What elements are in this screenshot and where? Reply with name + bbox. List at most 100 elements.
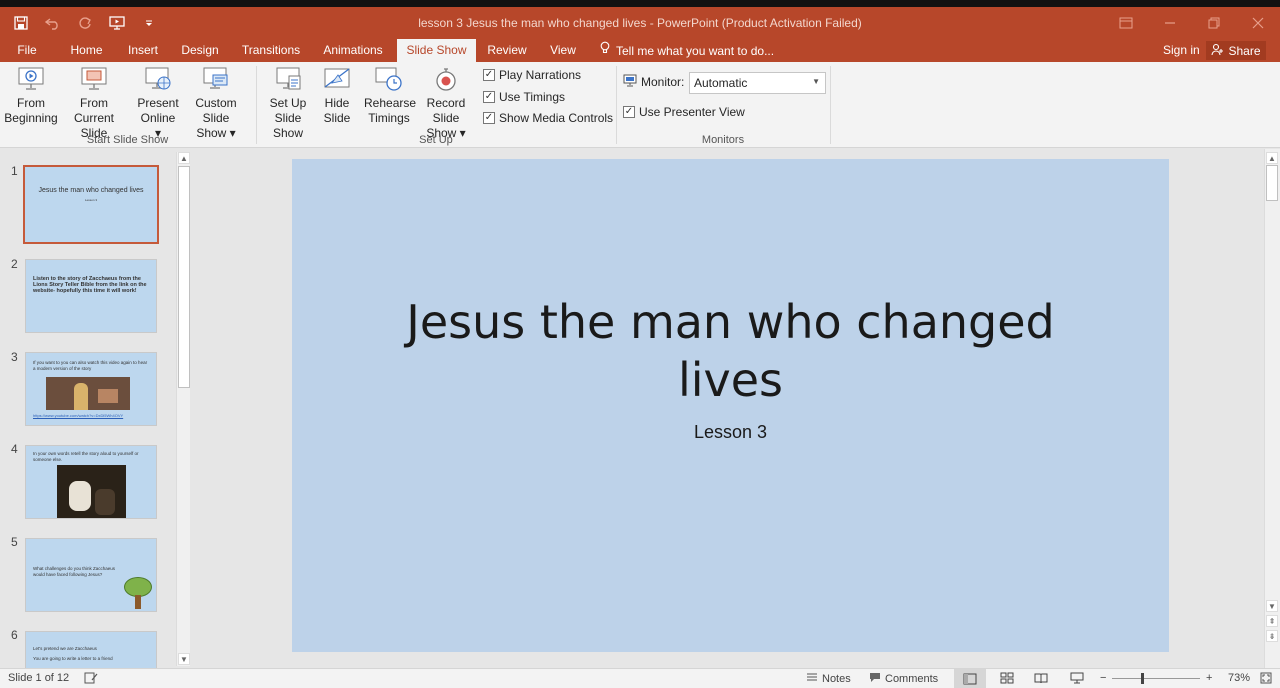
tab-design[interactable]: Design bbox=[176, 39, 224, 62]
show-media-controls-checkbox[interactable]: ✓ Show Media Controls bbox=[483, 111, 613, 125]
monitor-select[interactable]: Automatic ▼ bbox=[689, 72, 826, 94]
hide-slide-button[interactable]: Hide Slide bbox=[320, 66, 354, 126]
zoom-slider[interactable] bbox=[1112, 673, 1200, 684]
checkmark-icon: ✓ bbox=[623, 106, 635, 118]
use-timings-checkbox[interactable]: ✓ Use Timings bbox=[483, 90, 565, 104]
zoom-slider-thumb[interactable] bbox=[1141, 673, 1145, 684]
tab-transitions[interactable]: Transitions bbox=[237, 39, 305, 62]
zoom-out-icon[interactable]: − bbox=[1100, 672, 1106, 684]
window-title: lesson 3 Jesus the man who changed lives… bbox=[418, 16, 862, 30]
present-online-button[interactable]: Present Online ▾ bbox=[136, 66, 180, 141]
restore-icon[interactable] bbox=[1192, 7, 1236, 39]
monitor-icon bbox=[623, 74, 637, 90]
video-still-image bbox=[46, 377, 130, 410]
thumbnail-text: You are going to write a letter to a fri… bbox=[33, 655, 113, 661]
scroll-up-icon[interactable]: ▲ bbox=[1266, 152, 1278, 164]
play-narrations-label: Play Narrations bbox=[499, 68, 582, 82]
slide-number: 6 bbox=[11, 628, 18, 642]
fit-to-window-icon[interactable] bbox=[1260, 672, 1272, 684]
tell-me-text: Tell me what you want to do... bbox=[616, 43, 775, 58]
slide-show-view-icon[interactable] bbox=[1070, 672, 1084, 684]
thumbnail-text: In your own words retell the story aloud… bbox=[33, 451, 139, 462]
hide-slide-label-1: Hide bbox=[324, 96, 350, 110]
scrollbar-thumb[interactable] bbox=[178, 166, 190, 388]
from-beginning-label-2: Beginning bbox=[4, 111, 58, 125]
share-button[interactable]: Share bbox=[1206, 41, 1266, 60]
tab-view[interactable]: View bbox=[543, 39, 583, 62]
slide-number: 1 bbox=[11, 164, 18, 178]
ribbon-slide-show: From Beginning From Current Slide Presen… bbox=[0, 62, 1280, 148]
use-presenter-view-label: Use Presenter View bbox=[639, 105, 745, 119]
tab-slide-show[interactable]: Slide Show bbox=[397, 39, 476, 62]
rehearse-timings-button[interactable]: Rehearse Timings bbox=[364, 66, 417, 126]
thumbnail-text: If you want to you can also watch this v… bbox=[33, 360, 148, 371]
spell-check-icon[interactable] bbox=[84, 672, 98, 684]
setup-show-label-2: Slide Show bbox=[272, 111, 304, 140]
share-label: Share bbox=[1228, 43, 1261, 58]
slide-thumbnail-pane: 1 Jesus the man who changed lives Lesson… bbox=[0, 149, 192, 668]
play-narrations-checkbox[interactable]: ✓ Play Narrations bbox=[483, 68, 581, 82]
record-slide-show-button[interactable]: Record Slide Show ▾ bbox=[414, 66, 478, 141]
notes-label: Notes bbox=[822, 672, 851, 685]
scroll-down-icon[interactable]: ▼ bbox=[1266, 600, 1278, 612]
slide-title[interactable]: Jesus the man who changed lives bbox=[292, 293, 1169, 409]
reading-view-icon[interactable] bbox=[1034, 672, 1048, 684]
minimize-icon[interactable] bbox=[1148, 7, 1192, 39]
scroll-up-icon[interactable]: ▲ bbox=[178, 152, 190, 164]
slide-thumbnail-2[interactable]: Listen to the story of Zacchaeus from th… bbox=[25, 259, 157, 333]
slide-scrollbar[interactable]: ▲ ▼ ⇞ ⇟ bbox=[1264, 149, 1280, 668]
scroll-down-icon[interactable]: ▼ bbox=[178, 653, 190, 665]
scrollbar-thumb[interactable] bbox=[1266, 165, 1278, 201]
tree-image bbox=[124, 577, 152, 609]
slide-number: 4 bbox=[11, 442, 18, 456]
group-separator bbox=[256, 66, 257, 144]
tab-animations[interactable]: Animations bbox=[318, 39, 388, 62]
present-online-label-1: Present bbox=[137, 96, 179, 110]
slide-counter: Slide 1 of 12 bbox=[8, 672, 70, 684]
slide-thumbnail-5[interactable]: What challenges do you think Zacchaeus w… bbox=[25, 538, 157, 612]
custom-slide-show-button[interactable]: Custom Slide Show ▾ bbox=[181, 66, 251, 141]
ribbon-tab-bar: File Home Insert Design Transitions Anim… bbox=[0, 39, 1280, 62]
setup-show-label-1: Set Up bbox=[269, 96, 307, 110]
slide-sorter-icon[interactable] bbox=[1000, 672, 1014, 684]
thumbnail-subtitle: Lesson 3 bbox=[84, 198, 98, 202]
zoom-in-icon[interactable]: + bbox=[1206, 672, 1212, 684]
previous-slide-icon[interactable]: ⇞ bbox=[1266, 615, 1278, 627]
set-up-slide-show-button[interactable]: Set Up Slide Show bbox=[259, 66, 317, 141]
thumbnail-scrollbar[interactable]: ▲ ▼ bbox=[176, 152, 190, 666]
tab-review[interactable]: Review bbox=[484, 39, 530, 62]
current-slide[interactable]: Jesus the man who changed lives Lesson 3 bbox=[292, 159, 1169, 652]
notes-button[interactable]: Notes bbox=[806, 672, 851, 685]
rehearse-timings-icon bbox=[375, 67, 402, 91]
slide-subtitle[interactable]: Lesson 3 bbox=[292, 422, 1169, 443]
tab-home[interactable]: Home bbox=[63, 39, 110, 62]
slide-thumbnail-3[interactable]: If you want to you can also watch this v… bbox=[25, 352, 157, 426]
close-icon[interactable] bbox=[1236, 7, 1280, 39]
zoom-level[interactable]: 73% bbox=[1228, 672, 1250, 684]
rehearse-label-1: Rehearse bbox=[364, 96, 417, 110]
slide-editing-area: Jesus the man who changed lives Lesson 3… bbox=[192, 149, 1280, 668]
group-label-monitors: Monitors bbox=[701, 134, 745, 146]
from-current-slide-button[interactable]: From Current Slide bbox=[60, 66, 128, 141]
slide-thumbnail-1[interactable]: Jesus the man who changed lives Lesson 3 bbox=[23, 165, 159, 244]
next-slide-icon[interactable]: ⇟ bbox=[1266, 630, 1278, 642]
use-presenter-view-checkbox[interactable]: ✓ Use Presenter View bbox=[623, 105, 745, 119]
custom-show-label-2: Show ▾ bbox=[196, 126, 236, 140]
tab-file[interactable]: File bbox=[10, 39, 44, 62]
tab-insert[interactable]: Insert bbox=[122, 39, 164, 62]
normal-view-icon[interactable] bbox=[954, 669, 986, 688]
monitor-label-text: Monitor: bbox=[641, 75, 685, 89]
group-separator bbox=[830, 66, 831, 144]
slide-thumbnail-4[interactable]: In your own words retell the story aloud… bbox=[25, 445, 157, 519]
checkmark-icon: ✓ bbox=[483, 91, 495, 103]
sign-in-link[interactable]: Sign in bbox=[1163, 39, 1200, 61]
group-separator bbox=[616, 66, 617, 144]
slide-thumbnail-6[interactable]: Let's pretend we are Zacchaeus You are g… bbox=[25, 631, 157, 668]
tell-me-box[interactable]: Tell me what you want to do... bbox=[600, 39, 774, 62]
record-label-1: Record Slide bbox=[426, 96, 466, 125]
ribbon-display-options-icon[interactable] bbox=[1104, 7, 1148, 39]
from-current-slide-icon bbox=[81, 67, 107, 90]
from-beginning-button[interactable]: From Beginning bbox=[4, 66, 58, 126]
from-beginning-icon bbox=[18, 67, 44, 90]
comments-button[interactable]: Comments bbox=[869, 672, 938, 686]
